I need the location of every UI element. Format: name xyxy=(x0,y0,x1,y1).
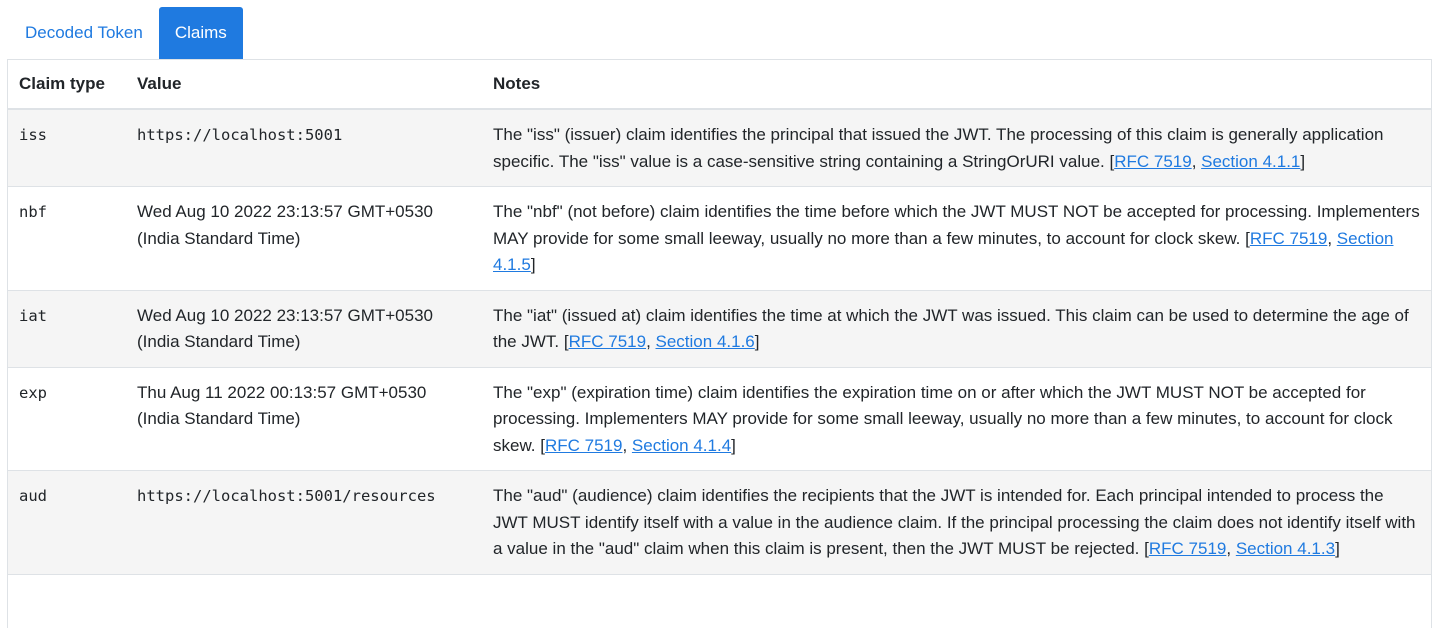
table-row: nbf Wed Aug 10 2022 23:13:57 GMT+0530 (In… xyxy=(8,186,1431,290)
empty-cell xyxy=(482,573,1431,595)
claim-notes-cell: The "aud" (audience) claim identifies th… xyxy=(482,470,1431,574)
claim-value-cell: https://localhost:5001 xyxy=(126,108,482,187)
tab-claims[interactable]: Claims xyxy=(158,7,243,59)
empty-cell xyxy=(126,573,482,595)
claim-type-cell: exp xyxy=(8,366,126,471)
claim-notes-cell: The "iat" (issued at) claim identifies t… xyxy=(482,289,1431,367)
claim-value-cell: Wed Aug 10 2022 23:13:57 GMT+0530 (India… xyxy=(126,289,482,367)
header-claim-type: Claim type xyxy=(8,60,126,110)
section-link[interactable]: Section 4.1.1 xyxy=(1201,152,1300,171)
claim-value-cell: Thu Aug 11 2022 00:13:57 GMT+0530 (India… xyxy=(126,366,482,471)
claim-value-cell: Wed Aug 10 2022 23:13:57 GMT+0530 (India… xyxy=(126,186,482,290)
rfc-link[interactable]: RFC 7519 xyxy=(1149,539,1226,558)
table-header-row: Claim type Value Notes xyxy=(8,60,1431,110)
claim-type-cell: iss xyxy=(8,108,126,187)
rfc-link[interactable]: RFC 7519 xyxy=(569,332,646,351)
claim-type-cell: nbf xyxy=(8,186,126,290)
claims-table: Claim type Value Notes iss https://localh… xyxy=(8,60,1431,595)
tab-decoded-token[interactable]: Decoded Token xyxy=(9,7,159,59)
rfc-link[interactable]: RFC 7519 xyxy=(545,436,622,455)
claims-table-body: iss https://localhost:5001 The "iss" (issu… xyxy=(8,108,1431,595)
claim-value-cell: https://localhost:5001/resources xyxy=(126,470,482,574)
rfc-link[interactable]: RFC 7519 xyxy=(1114,152,1191,171)
table-row: iat Wed Aug 10 2022 23:13:57 GMT+0530 (In… xyxy=(8,289,1431,367)
empty-cell xyxy=(8,573,126,595)
claim-notes-cell: The "nbf" (not before) claim identifies … xyxy=(482,186,1431,290)
header-notes: Notes xyxy=(482,60,1431,110)
rfc-link[interactable]: RFC 7519 xyxy=(1250,229,1327,248)
table-row: exp Thu Aug 11 2022 00:13:57 GMT+0530 (In… xyxy=(8,366,1431,471)
tab-bar: Decoded Token Claims xyxy=(9,7,243,59)
claim-notes-cell: The "iss" (issuer) claim identifies the … xyxy=(482,108,1431,187)
section-link[interactable]: Section 4.1.3 xyxy=(1236,539,1335,558)
claim-notes-cell: The "exp" (expiration time) claim identi… xyxy=(482,366,1431,471)
table-row: aud https://localhost:5001/resources The "… xyxy=(8,470,1431,574)
claims-table-container: Claim type Value Notes iss https://localh… xyxy=(7,59,1432,628)
table-row: iss https://localhost:5001 The "iss" (issu… xyxy=(8,108,1431,187)
claim-type-cell: iat xyxy=(8,289,126,367)
section-link[interactable]: Section 4.1.6 xyxy=(656,332,755,351)
table-row-partial xyxy=(8,573,1431,595)
header-value: Value xyxy=(126,60,482,110)
claim-note-text: The "exp" (expiration time) claim identi… xyxy=(493,382,1393,455)
section-link[interactable]: Section 4.1.4 xyxy=(632,436,731,455)
claim-type-cell: aud xyxy=(8,470,126,574)
